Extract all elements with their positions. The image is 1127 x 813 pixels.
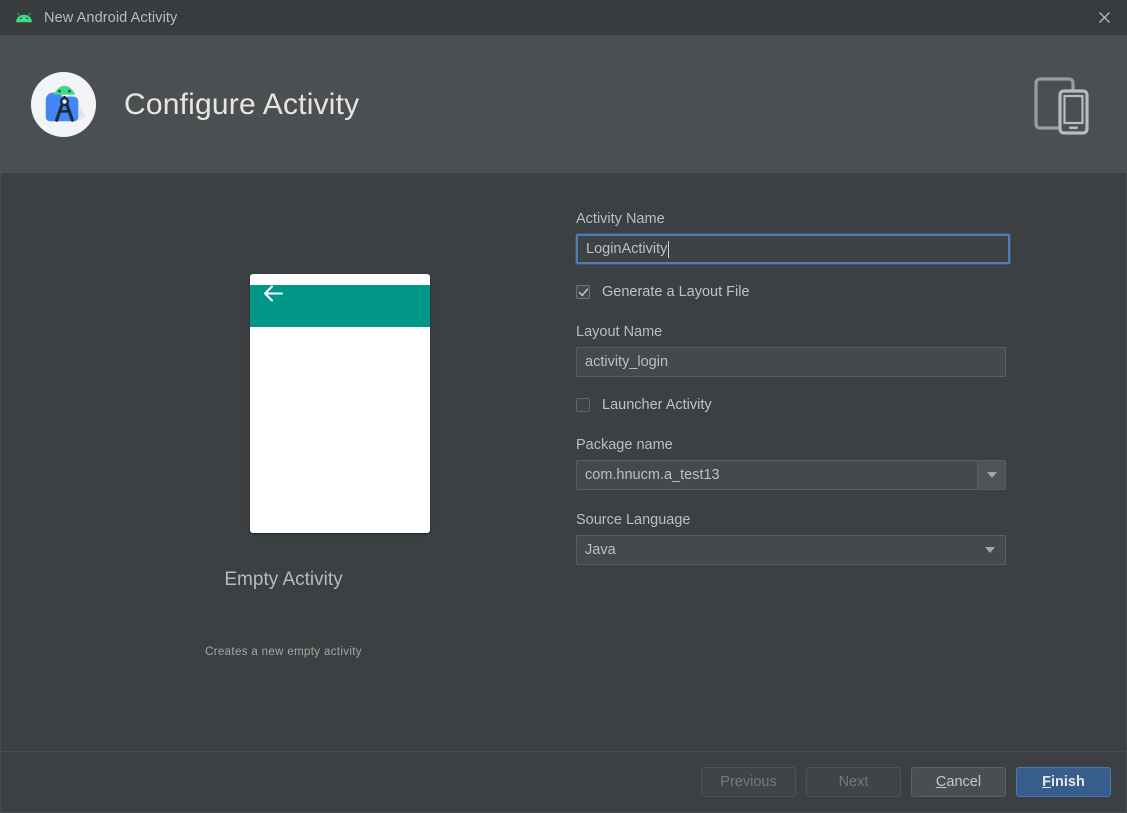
generate-layout-checkbox[interactable]	[576, 285, 590, 299]
generate-layout-checkbox-row[interactable]: Generate a Layout File	[576, 282, 1126, 302]
package-name-combobox[interactable]: com.hnucm.a_test13	[576, 460, 1006, 490]
source-language-label: Source Language	[576, 512, 1126, 528]
launcher-activity-checkbox-row[interactable]: Launcher Activity	[576, 395, 1126, 415]
launcher-activity-checkbox[interactable]	[576, 398, 590, 412]
finish-button-mnemonic: F	[1042, 774, 1051, 790]
cancel-button-mnemonic: C	[936, 774, 946, 790]
dialog-body: Empty Activity Creates a new empty activ…	[0, 173, 1127, 751]
source-language-dropdown-button[interactable]	[975, 547, 1005, 553]
window-title: New Android Activity	[44, 10, 177, 26]
layout-name-label: Layout Name	[576, 324, 1126, 340]
android-studio-logo-icon	[30, 71, 97, 138]
cancel-button[interactable]: Cancel	[911, 767, 1006, 797]
activity-name-label: Activity Name	[576, 211, 1126, 227]
previous-button-label: Previous	[720, 774, 776, 790]
next-button-label: Next	[839, 774, 869, 790]
source-language-combobox[interactable]: Java	[576, 535, 1006, 565]
layout-name-input[interactable]: activity_login	[576, 347, 1006, 377]
chevron-down-icon	[987, 472, 997, 478]
dialog-header: Configure Activity	[0, 35, 1127, 173]
activity-name-value: LoginActivity	[586, 241, 667, 257]
template-preview-pane: Empty Activity Creates a new empty activ…	[1, 173, 566, 751]
back-arrow-icon	[263, 285, 284, 302]
activity-preview-thumbnail	[250, 274, 430, 533]
new-android-activity-dialog: New Android Activity Configure Activity	[0, 0, 1127, 813]
cancel-button-label: ancel	[946, 774, 981, 790]
preview-template-description: Creates a new empty activity	[1, 646, 566, 658]
configure-form: Activity Name LoginActivity Generate a L…	[566, 173, 1126, 751]
package-name-dropdown-button[interactable]	[977, 461, 1005, 489]
dialog-footer: Previous Next Cancel Finish	[0, 751, 1127, 813]
title-bar: New Android Activity	[0, 0, 1127, 35]
android-icon	[15, 9, 33, 27]
layout-name-value: activity_login	[585, 354, 668, 370]
preview-app-bar	[250, 285, 430, 327]
chevron-down-icon	[985, 547, 995, 553]
preview-template-name: Empty Activity	[1, 569, 566, 591]
package-name-label: Package name	[576, 437, 1126, 453]
previous-button[interactable]: Previous	[701, 767, 796, 797]
next-button[interactable]: Next	[806, 767, 901, 797]
finish-button-label: inish	[1051, 774, 1085, 790]
page-title: Configure Activity	[124, 88, 359, 122]
checkmark-icon	[578, 287, 589, 298]
package-name-value: com.hnucm.a_test13	[577, 467, 977, 483]
phone-tablet-icon	[1027, 71, 1095, 139]
finish-button[interactable]: Finish	[1016, 767, 1111, 797]
source-language-value: Java	[577, 542, 975, 558]
activity-name-input[interactable]: LoginActivity	[576, 234, 1010, 264]
close-icon[interactable]	[1081, 0, 1127, 35]
generate-layout-label: Generate a Layout File	[602, 284, 750, 300]
launcher-activity-label: Launcher Activity	[602, 397, 712, 413]
text-caret	[668, 241, 669, 258]
